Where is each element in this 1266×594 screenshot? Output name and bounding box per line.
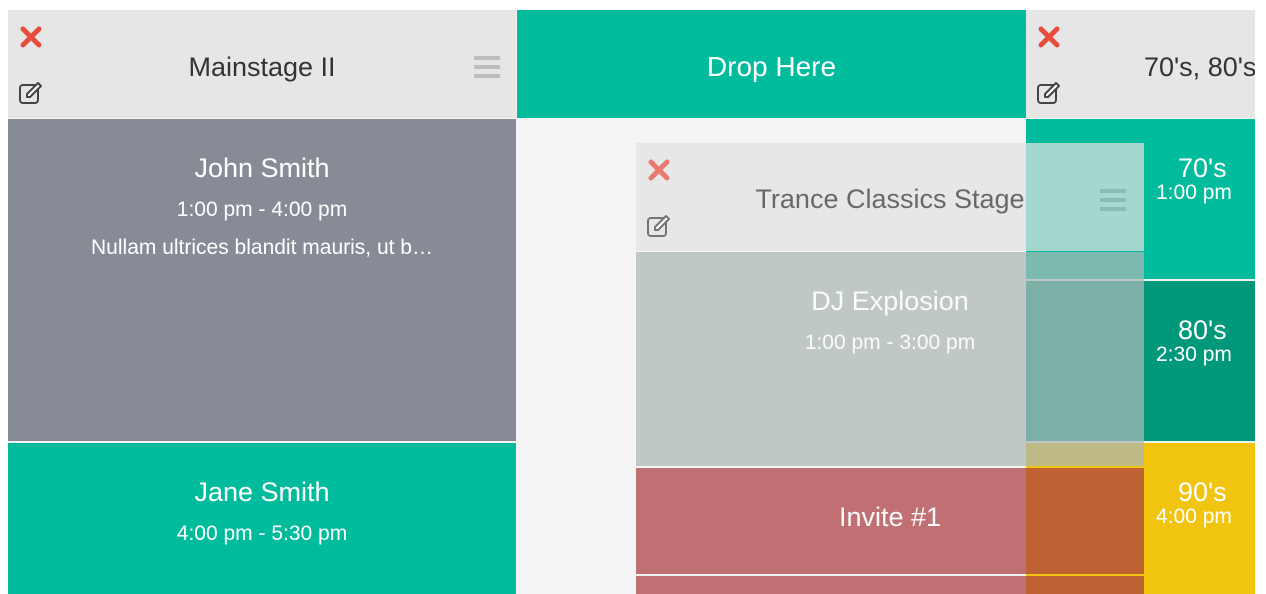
drag-handle-icon[interactable] <box>474 56 500 78</box>
stage-title: Mainstage II <box>188 52 336 82</box>
drop-zone[interactable]: Drop Here <box>517 10 1026 118</box>
slot-time: 2:30 pm <box>1156 343 1232 366</box>
stage-header: Mainstage II <box>8 10 516 118</box>
slot-name: 80's <box>1178 315 1227 345</box>
slot-time: 1:00 pm <box>1156 181 1232 204</box>
slot-name: Invite #1 <box>838 502 942 532</box>
slot-card[interactable]: Invite #1 <box>636 468 1144 574</box>
slot-name: DJ Explosion <box>811 286 969 316</box>
slot-time: 1:00 pm - 4:00 pm <box>176 198 348 221</box>
slot-time: 1:00 pm - 3:00 pm <box>804 331 976 354</box>
slot-name: Jane Smith <box>194 477 330 507</box>
close-icon[interactable] <box>1036 24 1062 50</box>
edit-icon[interactable] <box>1036 80 1062 106</box>
slot-time: 4:00 pm - 5:30 pm <box>176 522 348 545</box>
slot-card[interactable] <box>636 576 1144 594</box>
drag-handle-icon[interactable] <box>1100 189 1126 211</box>
slot-time: 4:00 pm <box>1156 505 1232 528</box>
dragging-stage-column[interactable]: Trance Classics Stage DJ Explosion 1:00 … <box>636 143 1144 594</box>
stage-column-mainstage: Mainstage II John Smith 1:00 pm - 4:00 p… <box>8 10 516 594</box>
stage-header: 70's, 80's <box>1026 10 1255 118</box>
slot-name: 70's <box>1178 153 1227 183</box>
stage-header: Trance Classics Stage <box>636 143 1144 251</box>
slot-description: Nullam ultrices blandit mauris, ut b… <box>91 236 433 259</box>
slot-card[interactable]: DJ Explosion 1:00 pm - 3:00 pm <box>636 252 1144 466</box>
slot-card[interactable]: John Smith 1:00 pm - 4:00 pm Nullam ultr… <box>8 119 516 441</box>
stage-title: Trance Classics Stage <box>755 184 1025 214</box>
slot-card[interactable]: Jane Smith 4:00 pm - 5:30 pm <box>8 443 516 594</box>
schedule-board: Mainstage II John Smith 1:00 pm - 4:00 p… <box>8 10 1255 594</box>
stage-title: 70's, 80's <box>1144 52 1255 82</box>
slot-name: 90's <box>1178 477 1227 507</box>
slot-name: John Smith <box>194 153 330 183</box>
